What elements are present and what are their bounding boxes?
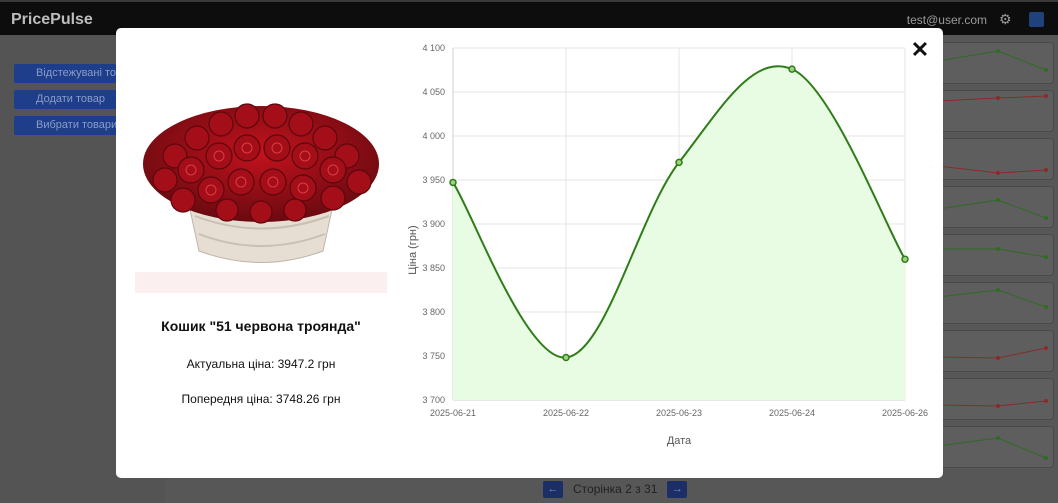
product-modal: ✕ Кошик "51 червона троянда" Актуальна ц… [116, 28, 943, 478]
gear-icon[interactable]: ⚙ [999, 12, 1013, 26]
product-card[interactable] [937, 330, 1054, 372]
x-tick-label: 2025-06-23 [656, 408, 702, 418]
current-price: Актуальна ціна: 3947.2 грн [186, 357, 336, 371]
y-axis-label: Ціна (грн) [407, 225, 419, 274]
rose-basket-image [135, 76, 387, 293]
y-tick-label: 3 800 [422, 307, 445, 317]
product-card[interactable] [937, 186, 1054, 228]
y-tick-label: 3 750 [422, 351, 445, 361]
product-card[interactable] [937, 138, 1054, 180]
data-point[interactable] [788, 65, 796, 73]
y-tick-label: 3 700 [422, 395, 445, 405]
y-tick-label: 3 850 [422, 263, 445, 273]
x-tick-label: 2025-06-26 [882, 408, 928, 418]
x-tick-label: 2025-06-22 [543, 408, 589, 418]
price-history-chart: 3 700 3 750 3 800 3 850 3 900 3 950 4 000 4 050… [407, 43, 928, 447]
data-point[interactable] [449, 178, 457, 187]
logout-icon[interactable] [1029, 12, 1044, 27]
x-tick-label: 2025-06-24 [769, 408, 815, 418]
y-tick-label: 4 000 [422, 131, 445, 141]
x-tick-label: 2025-06-21 [430, 408, 476, 418]
user-email: test@user.com [906, 13, 987, 27]
y-tick-label: 3 900 [422, 219, 445, 229]
page-indicator: Сторінка 2 з 31 [573, 482, 658, 496]
product-card[interactable] [937, 90, 1054, 132]
data-point[interactable] [901, 255, 909, 263]
y-tick-label: 3 950 [422, 175, 445, 185]
y-tick-label: 4 050 [422, 87, 445, 97]
product-card[interactable] [937, 234, 1054, 276]
data-point[interactable] [675, 158, 683, 167]
product-title: Кошик "51 червона троянда" [161, 318, 361, 334]
product-card[interactable] [937, 282, 1054, 324]
x-axis-label: Дата [667, 435, 692, 447]
product-card[interactable] [937, 378, 1054, 420]
product-card[interactable] [937, 426, 1054, 468]
brand-logo[interactable]: PricePulse [11, 11, 93, 29]
previous-price: Попередня ціна: 3748.26 грн [181, 392, 341, 406]
product-card[interactable] [937, 42, 1054, 84]
data-point[interactable] [562, 353, 570, 362]
y-tick-label: 4 100 [422, 43, 445, 53]
pagination: ← Сторінка 2 з 31 → [543, 480, 688, 498]
next-page-button[interactable]: → [667, 480, 688, 498]
prev-page-button[interactable]: ← [543, 480, 563, 498]
